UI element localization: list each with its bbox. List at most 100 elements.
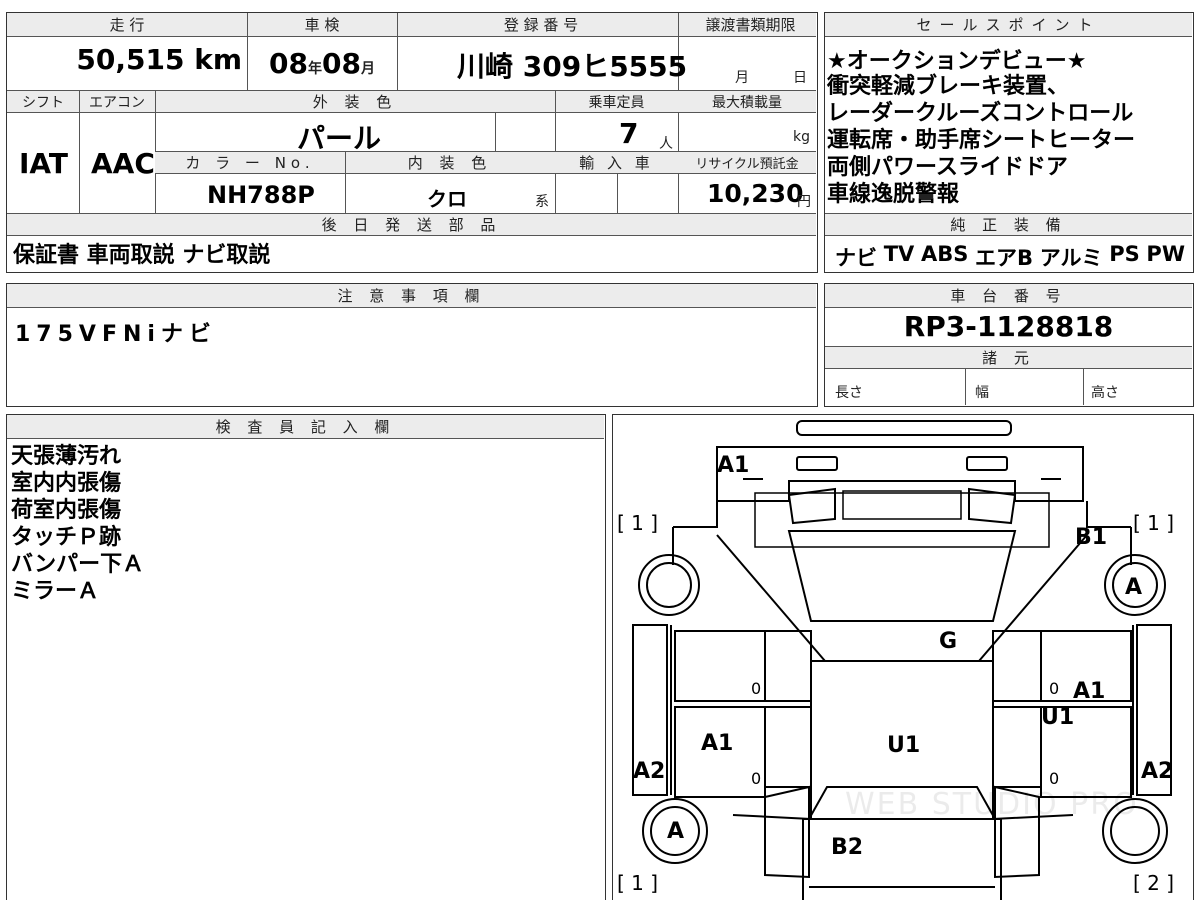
mark-front-bumper: A1	[717, 453, 750, 478]
transfer-label: 譲渡書類期限	[705, 16, 796, 34]
equipment-airbag: エアB	[975, 246, 1034, 270]
equipment-abs: ABS	[920, 242, 969, 266]
chassis-block: 車 台 番 号 RP3-1128818 諸 元 長さ 幅 高さ	[824, 283, 1194, 407]
sales-line-4: 運転席・助手席シートヒーター	[827, 128, 1136, 153]
inspector-line-1: 天張薄汚れ	[11, 444, 122, 469]
inspector-line-5: バンパー下Ａ	[11, 552, 145, 577]
inspector-block: 検 査 員 記 入 欄 天張薄汚れ 室内内張傷 荷室内張傷 タッチＰ跡 バンパー…	[6, 414, 606, 900]
transfer-day: 日	[793, 70, 807, 86]
color-no-value: NH788P	[207, 181, 315, 209]
capacity-label: 乗車定員	[588, 94, 645, 111]
row1-header: 走 行 車 検 登 録 番 号 譲渡書類期限	[7, 13, 816, 37]
notes-value: 175VFNiナビ	[15, 322, 217, 347]
chassis-value: RP3-1128818	[903, 310, 1114, 343]
inspection-month-unit: 月	[360, 61, 375, 77]
interior-unit: 系	[535, 194, 549, 210]
recycle-unit: 円	[797, 194, 811, 210]
inspector-line-6: ミラーＡ	[11, 579, 100, 604]
registration-label: 登 録 番 号	[503, 16, 579, 34]
mark-roof: U1	[887, 733, 921, 758]
inspection-display: 08年08月	[269, 47, 375, 80]
notes-header: 注 意 事 項 欄	[7, 284, 816, 308]
equipment-nav: ナビ	[835, 246, 877, 270]
capacity-value: 7	[619, 117, 639, 150]
inspection-year: 08	[269, 47, 308, 80]
ac-value: AAC	[91, 147, 155, 180]
sales-points-label: セールスポイント	[916, 16, 1101, 34]
height-label: 高さ	[1091, 385, 1119, 401]
inspector-label: 検 査 員 記 入 欄	[215, 418, 396, 436]
sales-points-header: セールスポイント	[825, 13, 1192, 37]
mark-bracket-br: [ 2 ]	[1133, 871, 1175, 895]
car-diagram-block: A1 [ 1 ] [ 1 ] [ 1 ] [ 2 ] B1 A G A1 U1 …	[612, 414, 1194, 900]
import-label: 輸 入 車	[579, 154, 654, 172]
recycle-value: 10,230	[707, 179, 804, 208]
sales-line-1: ★オークションデビュー★	[827, 49, 1087, 74]
capacity-unit: 人	[659, 136, 673, 152]
mileage-unit: km	[194, 43, 242, 76]
inspection-year-unit: 年	[307, 61, 322, 77]
equipment-ps: PS	[1109, 242, 1140, 266]
transfer-month: 月	[735, 70, 749, 86]
sales-line-5: 両側パワースライドドア	[827, 155, 1068, 180]
notes-block: 注 意 事 項 欄 175VFNiナビ	[6, 283, 818, 407]
mark-front-right-wheel: A	[1125, 575, 1143, 600]
mark-rear-hatch: B2	[831, 835, 864, 860]
inspector-line-3: 荷室内張傷	[11, 498, 122, 523]
specs-label: 諸 元	[982, 349, 1035, 367]
sales-line-6: 車線逸脱警報	[827, 182, 960, 207]
car-diagram	[632, 420, 1172, 900]
mark-zero-2: 0	[1049, 679, 1060, 698]
interior-label: 内 装 色	[407, 154, 493, 172]
mark-zero-3: 0	[751, 769, 762, 788]
chassis-label: 車 台 番 号	[950, 287, 1067, 305]
chassis-header: 車 台 番 号	[825, 284, 1192, 308]
equipment-tv: TV	[883, 242, 915, 266]
mark-front-right-fender: B1	[1075, 525, 1108, 550]
length-label: 長さ	[835, 385, 863, 401]
ac-label: エアコン	[89, 94, 145, 111]
registration-value: 川崎 309ヒ5555	[457, 50, 688, 83]
width-label: 幅	[975, 385, 989, 401]
later-parts-label: 後 日 発 送 部 品	[321, 216, 502, 234]
inspector-line-4: タッチＰ跡	[11, 525, 122, 550]
mileage-display: 50,515 km	[7, 43, 242, 76]
sales-points-block: セールスポイント ★オークションデビュー★ 衝突軽減ブレーキ装置、 レーダークル…	[824, 12, 1194, 273]
shift-label: シフト	[22, 94, 64, 111]
shift-value: IAT	[19, 147, 69, 180]
mark-bracket-tl: [ 1 ]	[617, 511, 659, 535]
equipment-header: 純 正 装 備	[825, 214, 1192, 236]
mark-windshield: G	[939, 629, 958, 654]
equipment-label: 純 正 装 備	[950, 216, 1067, 234]
mark-right-quarter: A2	[1141, 759, 1174, 784]
inspection-month: 08	[321, 47, 361, 80]
sales-line-2: 衝突軽減ブレーキ装置、	[827, 74, 1070, 99]
vehicle-info-block: 走 行 車 検 登 録 番 号 譲渡書類期限 50,515 km 08年08月 …	[6, 12, 818, 273]
mark-bracket-bl: [ 1 ]	[617, 871, 659, 895]
sales-line-3: レーダークルーズコントロール	[827, 101, 1134, 126]
inspector-header: 検 査 員 記 入 欄	[7, 415, 604, 439]
notes-label: 注 意 事 項 欄	[337, 287, 486, 305]
specs-header: 諸 元	[825, 347, 1192, 369]
watermark: WEB STUDIO PRO	[845, 787, 1139, 822]
mark-zero-1: 0	[751, 679, 762, 698]
mark-left-quarter: A2	[633, 759, 666, 784]
equipment-alloy: アルミ	[1039, 246, 1103, 270]
exterior-label: 外 装 色	[312, 93, 398, 111]
mark-right-door-u: U1	[1041, 705, 1075, 730]
row3-header: カ ラ ー No. 内 装 色 輸 入 車 リサイクル預託金	[155, 152, 816, 174]
recycle-label: リサイクル預託金	[695, 157, 799, 172]
load-label: 最大積載量	[712, 94, 782, 111]
load-unit: kg	[793, 129, 810, 145]
interior-value: クロ	[427, 187, 467, 211]
inspector-line-2: 室内内張傷	[11, 471, 122, 496]
equipment-pw: PW	[1146, 242, 1185, 266]
later-parts-header: 後 日 発 送 部 品	[7, 214, 816, 236]
mark-left-front-door: A1	[701, 731, 734, 756]
mark-rear-left-wheel: A	[667, 819, 685, 844]
mileage-value: 50,515	[76, 43, 185, 76]
mark-zero-4: 0	[1049, 769, 1060, 788]
equipment-list: ナビ TV ABS エアB アルミ PS PW	[835, 242, 1185, 272]
row2-header: シフト エアコン 外 装 色 乗車定員 最大積載量	[7, 91, 816, 113]
color-no-label: カ ラ ー No.	[185, 154, 315, 172]
